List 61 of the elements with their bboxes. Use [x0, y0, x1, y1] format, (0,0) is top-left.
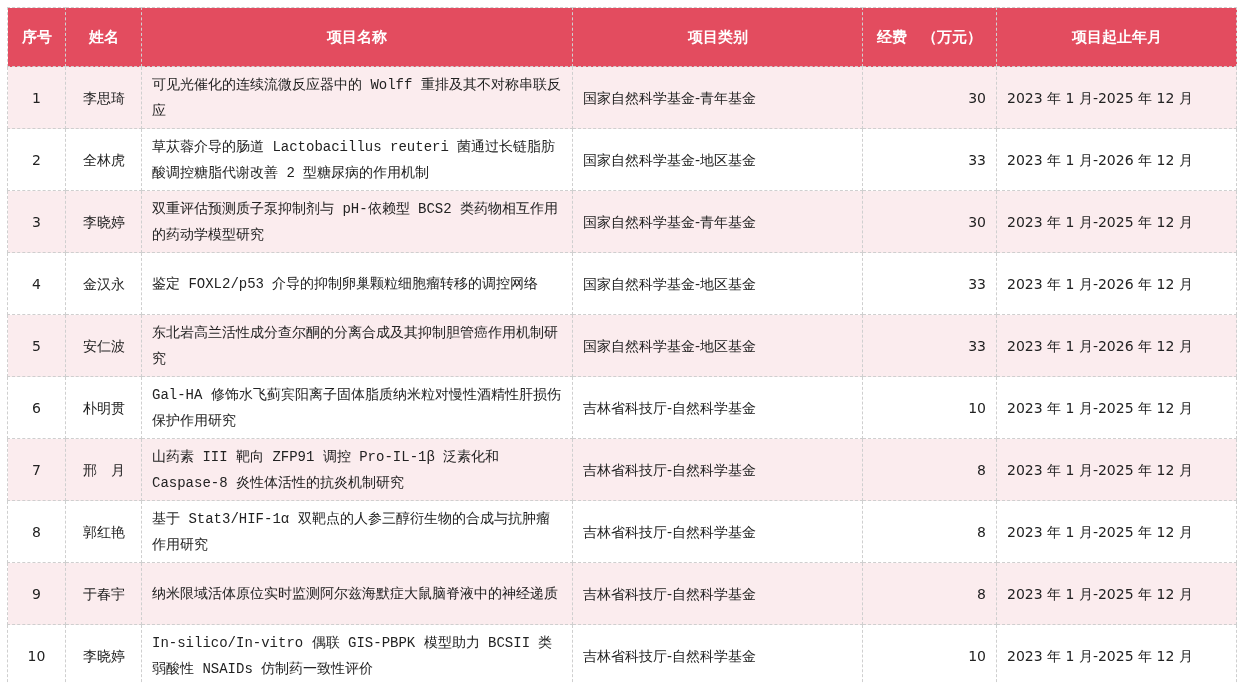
table-cell: 2023 年 1 月-2025 年 12 月 [996, 376, 1237, 439]
table-cell: 李思琦 [65, 66, 142, 129]
table-cell: 于春宇 [65, 562, 142, 625]
table-cell: 吉林省科技厅-自然科学基金 [572, 562, 863, 625]
column-header: 序号 [7, 7, 66, 67]
table-cell: 30 [862, 66, 997, 129]
table-cell: Gal-HA 修饰水飞蓟宾阳离子固体脂质纳米粒对慢性酒精性肝损伤保护作用研究 [141, 376, 573, 439]
table-cell: 10 [862, 376, 997, 439]
column-header: 姓名 [65, 7, 142, 67]
table-cell: 山药素 III 靶向 ZFP91 调控 Pro-IL-1β 泛素化和 Caspase-8 炎性体活性的抗炎机制研究 [141, 438, 573, 501]
table-cell: 金汉永 [65, 252, 142, 315]
table-cell: 全林虎 [65, 128, 142, 191]
table-cell: 吉林省科技厅-自然科学基金 [572, 376, 863, 439]
column-header: 经费 （万元） [862, 7, 997, 67]
table-cell: 国家自然科学基金-地区基金 [572, 314, 863, 377]
table-cell: 国家自然科学基金-地区基金 [572, 252, 863, 315]
table-cell: 8 [7, 500, 66, 563]
table-cell: 8 [862, 562, 997, 625]
table-cell: 东北岩高兰活性成分查尔酮的分离合成及其抑制胆管癌作用机制研究 [141, 314, 573, 377]
table-cell: 2023 年 1 月-2026 年 12 月 [996, 128, 1237, 191]
table-cell: 30 [862, 190, 997, 253]
table-cell: 33 [862, 252, 997, 315]
table-cell: 3 [7, 190, 66, 253]
table-cell: 2023 年 1 月-2025 年 12 月 [996, 66, 1237, 129]
table-cell: 鉴定 FOXL2/p53 介导的抑制卵巢颗粒细胞瘤转移的调控网络 [141, 252, 573, 315]
table-cell: 8 [862, 438, 997, 501]
table-cell: 国家自然科学基金-青年基金 [572, 66, 863, 129]
table-cell: 草苁蓉介导的肠道 Lactobacillus reuteri 菌通过长链脂肪酸调控糖脂代谢改善 2 型糖尿病的作用机制 [141, 128, 573, 191]
table-cell: 7 [7, 438, 66, 501]
column-header: 项目类别 [572, 7, 863, 67]
table-cell: 2023 年 1 月-2026 年 12 月 [996, 252, 1237, 315]
table-cell: 吉林省科技厅-自然科学基金 [572, 500, 863, 563]
table-cell: 国家自然科学基金-青年基金 [572, 190, 863, 253]
table-cell: 吉林省科技厅-自然科学基金 [572, 438, 863, 501]
table-cell: 2 [7, 128, 66, 191]
column-header: 项目起止年月 [996, 7, 1237, 67]
table-cell: 2023 年 1 月-2025 年 12 月 [996, 500, 1237, 563]
table-cell: 5 [7, 314, 66, 377]
table-cell: 33 [862, 128, 997, 191]
table-cell: 双重评估预测质子泵抑制剂与 pH-依赖型 BCS2 类药物相互作用的药动学模型研究 [141, 190, 573, 253]
table-cell: 9 [7, 562, 66, 625]
table-cell: 朴明贯 [65, 376, 142, 439]
table-cell: 可见光催化的连续流微反应器中的 Wolff 重排及其不对称串联反应 [141, 66, 573, 129]
table-cell: 33 [862, 314, 997, 377]
table-cell: 郭红艳 [65, 500, 142, 563]
table-cell: 1 [7, 66, 66, 129]
table-cell: 安仁波 [65, 314, 142, 377]
table-cell: 2023 年 1 月-2025 年 12 月 [996, 438, 1237, 501]
table-cell: 李晓婷 [65, 190, 142, 253]
table-cell: 纳米限域活体原位实时监测阿尔兹海默症大鼠脑脊液中的神经递质 [141, 562, 573, 625]
table-cell: 4 [7, 252, 66, 315]
table-cell: 基于 Stat3/HIF-1α 双靶点的人参三醇衍生物的合成与抗肿瘤作用研究 [141, 500, 573, 563]
table-cell: 国家自然科学基金-地区基金 [572, 128, 863, 191]
table-cell: 2023 年 1 月-2026 年 12 月 [996, 314, 1237, 377]
table-cell: 2023 年 1 月-2025 年 12 月 [996, 562, 1237, 625]
table-cell: 2023 年 1 月-2025 年 12 月 [996, 190, 1237, 253]
table-cell: 6 [7, 376, 66, 439]
table-cell: 8 [862, 500, 997, 563]
table-cell: 邢 月 [65, 438, 142, 501]
table-cell: 10 [7, 624, 66, 684]
column-header: 项目名称 [141, 7, 573, 67]
